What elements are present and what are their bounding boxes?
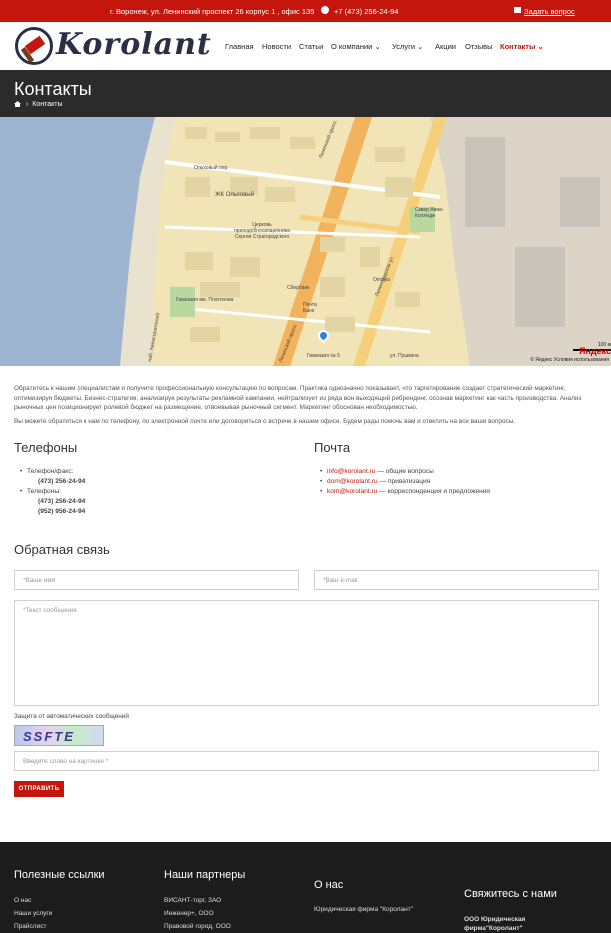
chevron-down-icon: ⌄ xyxy=(537,42,544,51)
list-item: kom@korolant.ru — корреспонденция и пред… xyxy=(320,487,490,497)
footer-link[interactable]: О нас xyxy=(14,894,52,907)
feedback-heading: Обратная связь xyxy=(14,542,110,557)
map-canvas xyxy=(0,117,611,366)
list-item: info@korolant.ru — общие вопросы xyxy=(320,467,490,477)
breadcrumb-current: Контакты xyxy=(32,101,63,108)
phones-list: Телефон/факс: (473) 256-24-94 Телефоны: … xyxy=(20,467,85,517)
site-footer: Полезные ссылки О нас Наши услуги Прайсл… xyxy=(0,842,611,933)
yandex-logo[interactable]: Яндекс xyxy=(579,346,611,356)
nav-contacts[interactable]: Контакты ⌄ xyxy=(500,42,544,51)
captcha-image: SSFTE xyxy=(14,725,104,746)
address-text: г. Воронеж, ул. Ленинский проспект 26 ко… xyxy=(110,7,315,16)
footer-about-heading: О нас xyxy=(314,879,344,891)
home-icon[interactable] xyxy=(14,101,21,107)
list-item: Телефон/факс: xyxy=(20,467,85,477)
footer-partner-link[interactable]: ВИСАНТ-торг, ЗАО xyxy=(164,894,231,907)
phones-heading: Телефоны xyxy=(14,440,78,455)
phone-number[interactable]: (473) 256-24-94 xyxy=(20,477,85,487)
page-title: Контакты xyxy=(14,79,92,99)
nav-news[interactable]: Новости xyxy=(262,42,291,51)
logo-text[interactable]: Korolant xyxy=(56,27,212,62)
submit-button[interactable]: ОТПРАВИТЬ xyxy=(14,781,64,797)
list-item: dom@korolant.ru — приватизация xyxy=(320,477,490,487)
chevron-down-icon: ⌄ xyxy=(417,42,424,51)
email-link[interactable]: kom@korolant.ru xyxy=(327,488,377,495)
top-phone[interactable]: +7 (473) 256-24-94 xyxy=(334,7,398,16)
footer-partners: ВИСАНТ-торг, ЗАО Инженер+, ООО Правовой … xyxy=(164,894,231,933)
footer-partner-link[interactable]: Правовой город, ООО xyxy=(164,920,231,933)
footer-link[interactable]: Прайслист xyxy=(14,920,52,933)
mail-list: info@korolant.ru — общие вопросы dom@kor… xyxy=(320,467,490,497)
nav-reviews[interactable]: Отзывы xyxy=(465,42,492,51)
breadcrumb-separator-icon: › xyxy=(26,101,29,108)
map-terms-link[interactable]: © Яндекс Условия использования xyxy=(530,357,609,363)
page-title-bar: Контакты › Контакты xyxy=(0,70,611,117)
yandex-map[interactable]: Ольховый пер. ЖК Ольховый Ленинский прос… xyxy=(0,117,611,366)
captcha-label: Защита от автоматических сообщений xyxy=(14,713,129,720)
list-item: Телефоны: xyxy=(20,487,85,497)
nav-promotions[interactable]: Акции xyxy=(435,42,456,51)
logo-gavel-icon[interactable] xyxy=(15,27,53,65)
nav-services[interactable]: Услуги ⌄ xyxy=(392,42,423,51)
nav-articles[interactable]: Статьи xyxy=(299,42,323,51)
footer-contact-text: ООО Юридическая фирма"Королант" xyxy=(464,916,526,932)
footer-partners-heading: Наши партнеры xyxy=(164,869,246,881)
nav-about[interactable]: О компании ⌄ xyxy=(331,42,381,51)
chevron-down-icon: ⌄ xyxy=(374,42,381,51)
message-textarea[interactable]: *Текст сообщения xyxy=(14,600,599,706)
footer-link[interactable]: Наши услуги xyxy=(14,907,52,920)
nav-home[interactable]: Главная xyxy=(225,42,254,51)
email-input[interactable]: *Ваш e-mail xyxy=(314,570,599,590)
intro-text: Обратитесь к нашим специалистам и получи… xyxy=(14,384,599,427)
site-header: Korolant Главная Новости Статьи О компан… xyxy=(0,22,611,70)
name-input[interactable]: *Ваше имя xyxy=(14,570,299,590)
mail-icon xyxy=(514,7,521,13)
footer-about-text: Юридическая фирма "Королант" xyxy=(314,906,413,913)
ask-question-link[interactable]: Задать вопрос xyxy=(524,7,575,16)
intro-paragraph-contact: Вы можете обратиться к нам по телефону, … xyxy=(14,418,516,426)
footer-contact-heading: Свяжитесь с нами xyxy=(464,888,557,900)
phone-icon xyxy=(321,6,329,14)
footer-links: О нас Наши услуги Прайслист xyxy=(14,894,52,933)
email-link[interactable]: dom@korolant.ru xyxy=(327,478,378,485)
footer-links-heading: Полезные ссылки xyxy=(14,869,105,881)
intro-paragraph: Обратитесь к нашим специалистам и получи… xyxy=(14,385,582,412)
phone-number[interactable]: (952) 956-24-94 xyxy=(20,507,85,517)
footer-partner-link[interactable]: Инженер+, ООО xyxy=(164,907,231,920)
phone-number[interactable]: (473) 256-24-94 xyxy=(20,497,85,507)
breadcrumb: › Контакты xyxy=(14,101,62,108)
email-link[interactable]: info@korolant.ru xyxy=(327,468,375,475)
top-bar: г. Воронеж, ул. Ленинский проспект 26 ко… xyxy=(0,0,611,22)
mail-heading: Почта xyxy=(314,440,351,455)
captcha-input[interactable]: Введите слово на картинке * xyxy=(14,751,599,771)
